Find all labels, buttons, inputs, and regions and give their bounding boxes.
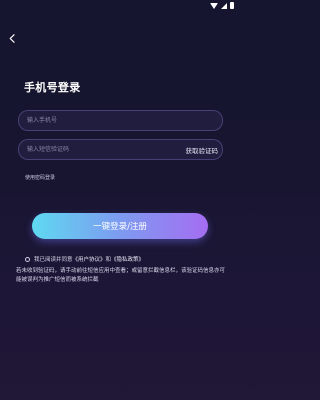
verification-code-input[interactable] bbox=[19, 140, 169, 159]
agreement-prefix: 我已阅读并同意 bbox=[34, 257, 73, 263]
status-bar bbox=[0, 0, 240, 12]
status-icons bbox=[210, 2, 234, 9]
chevron-left-icon bbox=[9, 33, 15, 43]
login-register-button[interactable]: 一键登录/注册 bbox=[32, 213, 208, 239]
user-agreement-link[interactable]: 《用户协议》 bbox=[73, 255, 106, 263]
get-code-button[interactable]: 获取验证码 bbox=[186, 140, 219, 159]
phone-input[interactable] bbox=[19, 111, 222, 130]
agreement-row: 我已阅读并同意 《用户协议》 和 《隐私政策》 bbox=[25, 255, 144, 263]
page-title: 手机号登录 bbox=[24, 81, 81, 94]
password-login-link[interactable]: 使用密码登录 bbox=[25, 174, 55, 181]
phone-field[interactable] bbox=[18, 110, 223, 131]
back-button[interactable] bbox=[6, 31, 18, 45]
battery-icon bbox=[230, 2, 234, 9]
privacy-policy-link[interactable]: 《隐私政策》 bbox=[111, 255, 144, 263]
wifi-icon bbox=[210, 2, 218, 9]
cellular-signal-icon bbox=[221, 2, 227, 9]
agreement-radio[interactable] bbox=[25, 256, 30, 262]
code-field[interactable]: 获取验证码 bbox=[18, 139, 223, 160]
sms-notice: 若未收到验证码，请手动前往短信应用中查看；或留意拦截信息栏，该验证码信息亦可能被… bbox=[16, 268, 226, 283]
